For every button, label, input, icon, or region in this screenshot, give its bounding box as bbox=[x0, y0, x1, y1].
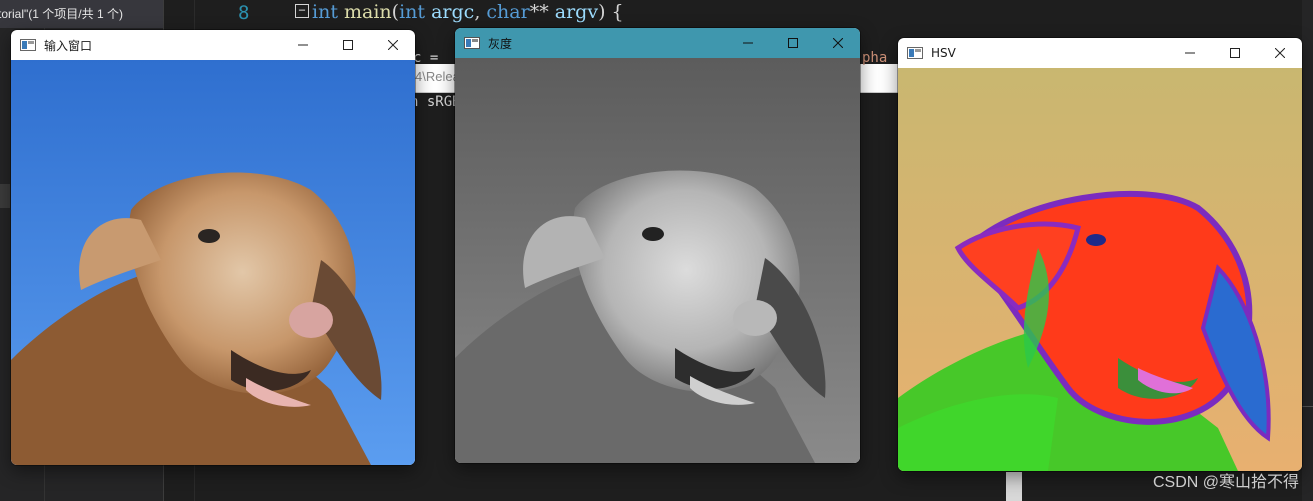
param-argc: argc bbox=[431, 1, 475, 23]
output-path-text: 4\Relea bbox=[415, 69, 460, 84]
output-line: n sRGB bbox=[410, 94, 461, 110]
code-paren: ( bbox=[391, 1, 400, 23]
function-main: main bbox=[344, 1, 392, 23]
minimize-icon bbox=[297, 44, 308, 46]
keyword-int-2: int bbox=[399, 1, 426, 23]
code-comma: , bbox=[474, 1, 487, 23]
hsv-window[interactable]: HSV bbox=[898, 38, 1302, 471]
gray-window-titlebar[interactable]: 灰度 bbox=[455, 28, 860, 58]
bottom-scroll-thumb[interactable] bbox=[1006, 472, 1022, 501]
code-fragment-2: pha bbox=[862, 50, 888, 66]
keyword-int: int bbox=[312, 1, 338, 23]
hsv-window-title: HSV bbox=[931, 46, 956, 60]
csdn-watermark: CSDN @寒山拾不得 bbox=[1152, 474, 1299, 491]
gray-window-title: 灰度 bbox=[488, 36, 513, 51]
code-close: ) { bbox=[598, 1, 624, 23]
close-icon bbox=[387, 40, 398, 50]
hsv-image bbox=[898, 68, 1302, 471]
fold-toggle-icon[interactable]: − bbox=[295, 4, 309, 18]
minimize-button[interactable] bbox=[725, 28, 770, 58]
minimize-icon bbox=[1184, 52, 1195, 54]
maximize-icon bbox=[342, 40, 353, 50]
maximize-icon bbox=[787, 38, 798, 48]
right-scrollbar[interactable] bbox=[1302, 0, 1313, 501]
param-argv: argv bbox=[554, 1, 599, 23]
code-stars: ** bbox=[529, 1, 549, 23]
close-icon bbox=[1274, 48, 1285, 58]
minimize-icon bbox=[742, 42, 753, 44]
minimize-button[interactable] bbox=[1167, 38, 1212, 68]
window-app-icon bbox=[907, 47, 923, 59]
maximize-button[interactable] bbox=[1212, 38, 1257, 68]
close-button[interactable] bbox=[1257, 38, 1302, 68]
hsv-window-titlebar[interactable]: HSV bbox=[898, 38, 1302, 68]
close-button[interactable] bbox=[815, 28, 860, 58]
gray-image bbox=[455, 58, 860, 463]
minimize-button[interactable] bbox=[280, 30, 325, 60]
close-icon bbox=[832, 38, 843, 48]
input-window-titlebar[interactable]: 输入窗口 bbox=[11, 30, 415, 60]
input-window-title: 输入窗口 bbox=[44, 38, 93, 53]
maximize-button[interactable] bbox=[770, 28, 815, 58]
gray-window[interactable]: 灰度 bbox=[455, 28, 860, 463]
desktop: torial"(1 个项目/共 1 个) 8 − int main(int ar… bbox=[0, 0, 1313, 501]
window-app-icon bbox=[20, 39, 36, 51]
panel-scrollbar[interactable] bbox=[0, 184, 10, 208]
input-image bbox=[11, 60, 415, 465]
window-app-icon bbox=[464, 37, 480, 49]
line-number: 8 bbox=[238, 2, 250, 24]
code-line-main[interactable]: int main(int argc, char** argv) { bbox=[312, 0, 624, 24]
close-button[interactable] bbox=[370, 30, 415, 60]
solution-explorer-row[interactable]: torial"(1 个项目/共 1 个) bbox=[0, 0, 163, 28]
input-window[interactable]: 输入窗口 bbox=[11, 30, 415, 465]
maximize-button[interactable] bbox=[325, 30, 370, 60]
maximize-icon bbox=[1229, 48, 1240, 58]
keyword-char: char bbox=[486, 1, 530, 23]
